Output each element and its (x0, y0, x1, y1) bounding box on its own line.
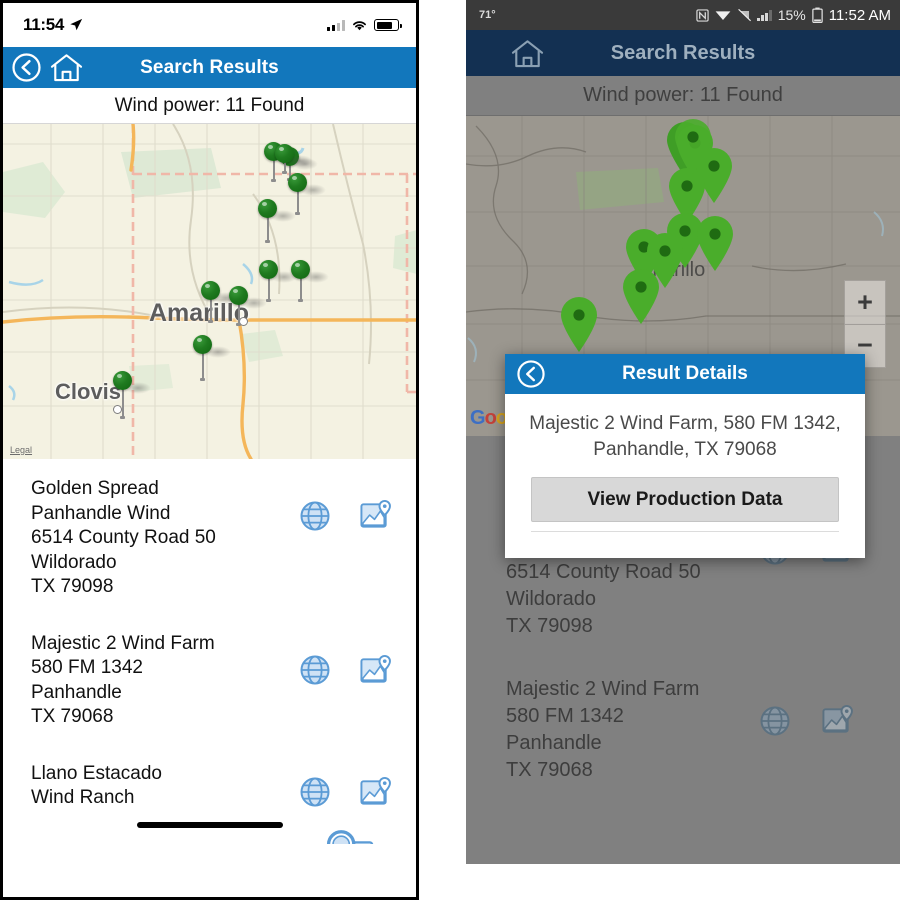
battery-icon (811, 7, 823, 23)
map-pin[interactable] (618, 266, 664, 326)
result-text: Majestic 2 Wind Farm 580 FM 1342 Panhand… (506, 676, 699, 784)
result-details-dialog[interactable]: Result Details Majestic 2 Wind Farm, 580… (505, 354, 865, 558)
result-actions (299, 762, 392, 809)
ios-status-left: 11:54 (23, 15, 83, 35)
result-actions (299, 477, 392, 532)
map-pin[interactable] (692, 213, 738, 273)
ios-status-right (327, 19, 402, 31)
globe-icon[interactable] (299, 776, 331, 808)
dialog-address: Majestic 2 Wind Farm, 580 FM 1342, Panha… (529, 413, 841, 460)
nfc-icon (696, 8, 709, 22)
signal-off-icon (737, 8, 752, 22)
screenshot-stage: 11:54 Search Results Wind power: 11 Foun… (0, 0, 900, 900)
list-item[interactable]: Golden Spread Panhandle Wind 6514 County… (3, 459, 416, 600)
result-actions (299, 632, 392, 687)
result-name: Golden Spread Panhandle Wind (31, 478, 171, 524)
map-city-label-clovis: Clovis (55, 379, 122, 404)
result-name: Majestic 2 Wind Farm (31, 632, 215, 654)
globe-icon[interactable] (299, 500, 331, 532)
android-status-right: 15% 11:52 AM (696, 7, 891, 24)
home-icon[interactable] (50, 53, 83, 82)
page-title: Search Results (610, 41, 756, 64)
result-count-label: Wind power: 11 Found (466, 76, 900, 116)
wifi-icon (715, 11, 731, 20)
ios-results-list[interactable]: Golden Spread Panhandle Wind 6514 County… (3, 459, 416, 844)
dialog-body: Majestic 2 Wind Farm, 580 FM 1342, Panha… (505, 394, 865, 558)
dialog-header: Result Details (505, 354, 865, 394)
zoom-in-button[interactable]: + (845, 281, 885, 325)
android-status-bar: 71° 15% 11:52 AM (466, 0, 900, 30)
map-pin[interactable] (670, 116, 716, 176)
search-again-label: Search again (31, 843, 149, 845)
result-text: Golden Spread Panhandle Wind 6514 County… (31, 477, 216, 600)
android-nav-bar: Search Results (466, 30, 900, 76)
ios-clock: 11:54 (23, 15, 65, 34)
ios-home-indicator[interactable] (136, 822, 283, 828)
wifi-icon (353, 21, 366, 31)
battery-icon (374, 19, 402, 31)
result-name: Majestic 2 Wind Farm (506, 678, 700, 700)
ios-nav-bar: Search Results (3, 47, 416, 88)
back-chevron-icon[interactable] (11, 52, 42, 83)
location-arrow-icon (70, 18, 83, 31)
result-text: Majestic 2 Wind Farm 580 FM 1342 Panhand… (31, 632, 215, 730)
battery-percent: 15% (777, 7, 806, 23)
result-address: 6514 County Road 50 Wildorado TX 79098 (506, 561, 701, 637)
ios-phone-screenshot: 11:54 Search Results Wind power: 11 Foun… (0, 0, 419, 900)
signal-bars-icon (757, 9, 772, 21)
map-pin[interactable] (556, 294, 602, 354)
map-pin-icon[interactable] (821, 704, 854, 737)
map-legal-link[interactable]: Legal (10, 445, 32, 455)
view-production-data-button[interactable]: View Production Data (531, 477, 839, 522)
list-item[interactable]: Majestic 2 Wind Farm 580 FM 1342 Panhand… (3, 600, 416, 730)
ios-map-view[interactable]: Amarillo Clovis Legal (3, 124, 416, 459)
android-temperature: 71° (479, 9, 496, 21)
search-map-icon[interactable] (316, 823, 378, 845)
map-city-dot-clovis (113, 405, 122, 414)
result-address: 6514 County Road 50 Wildorado TX 79098 (31, 527, 216, 597)
list-item[interactable]: Llano Estacado Wind Ranch (3, 730, 416, 811)
ios-status-bar: 11:54 (3, 3, 416, 47)
result-address: 580 FM 1342 Panhandle TX 79068 (506, 705, 624, 781)
result-text: Llano Estacado Wind Ranch (31, 762, 162, 811)
dialog-title: Result Details (622, 363, 748, 384)
ios-nav-icon-group (11, 52, 83, 83)
globe-icon[interactable] (299, 654, 331, 686)
result-actions (759, 676, 854, 737)
result-address: 580 FM 1342 Panhandle TX 79068 (31, 657, 143, 727)
dialog-footer-divider (531, 531, 839, 548)
map-pin-icon[interactable] (359, 654, 392, 687)
list-item[interactable]: Majestic 2 Wind Farm 580 FM 1342 Panhand… (466, 640, 900, 784)
result-name: Llano Estacado Wind Ranch (31, 762, 162, 809)
signal-bars-icon (327, 19, 345, 31)
map-pin-icon[interactable] (359, 499, 392, 532)
globe-icon[interactable] (759, 705, 791, 737)
result-count-label: Wind power: 11 Found (3, 88, 416, 124)
android-clock: 11:52 AM (828, 6, 891, 24)
search-again-row[interactable]: Search again (3, 817, 416, 845)
map-pin-icon[interactable] (359, 776, 392, 809)
